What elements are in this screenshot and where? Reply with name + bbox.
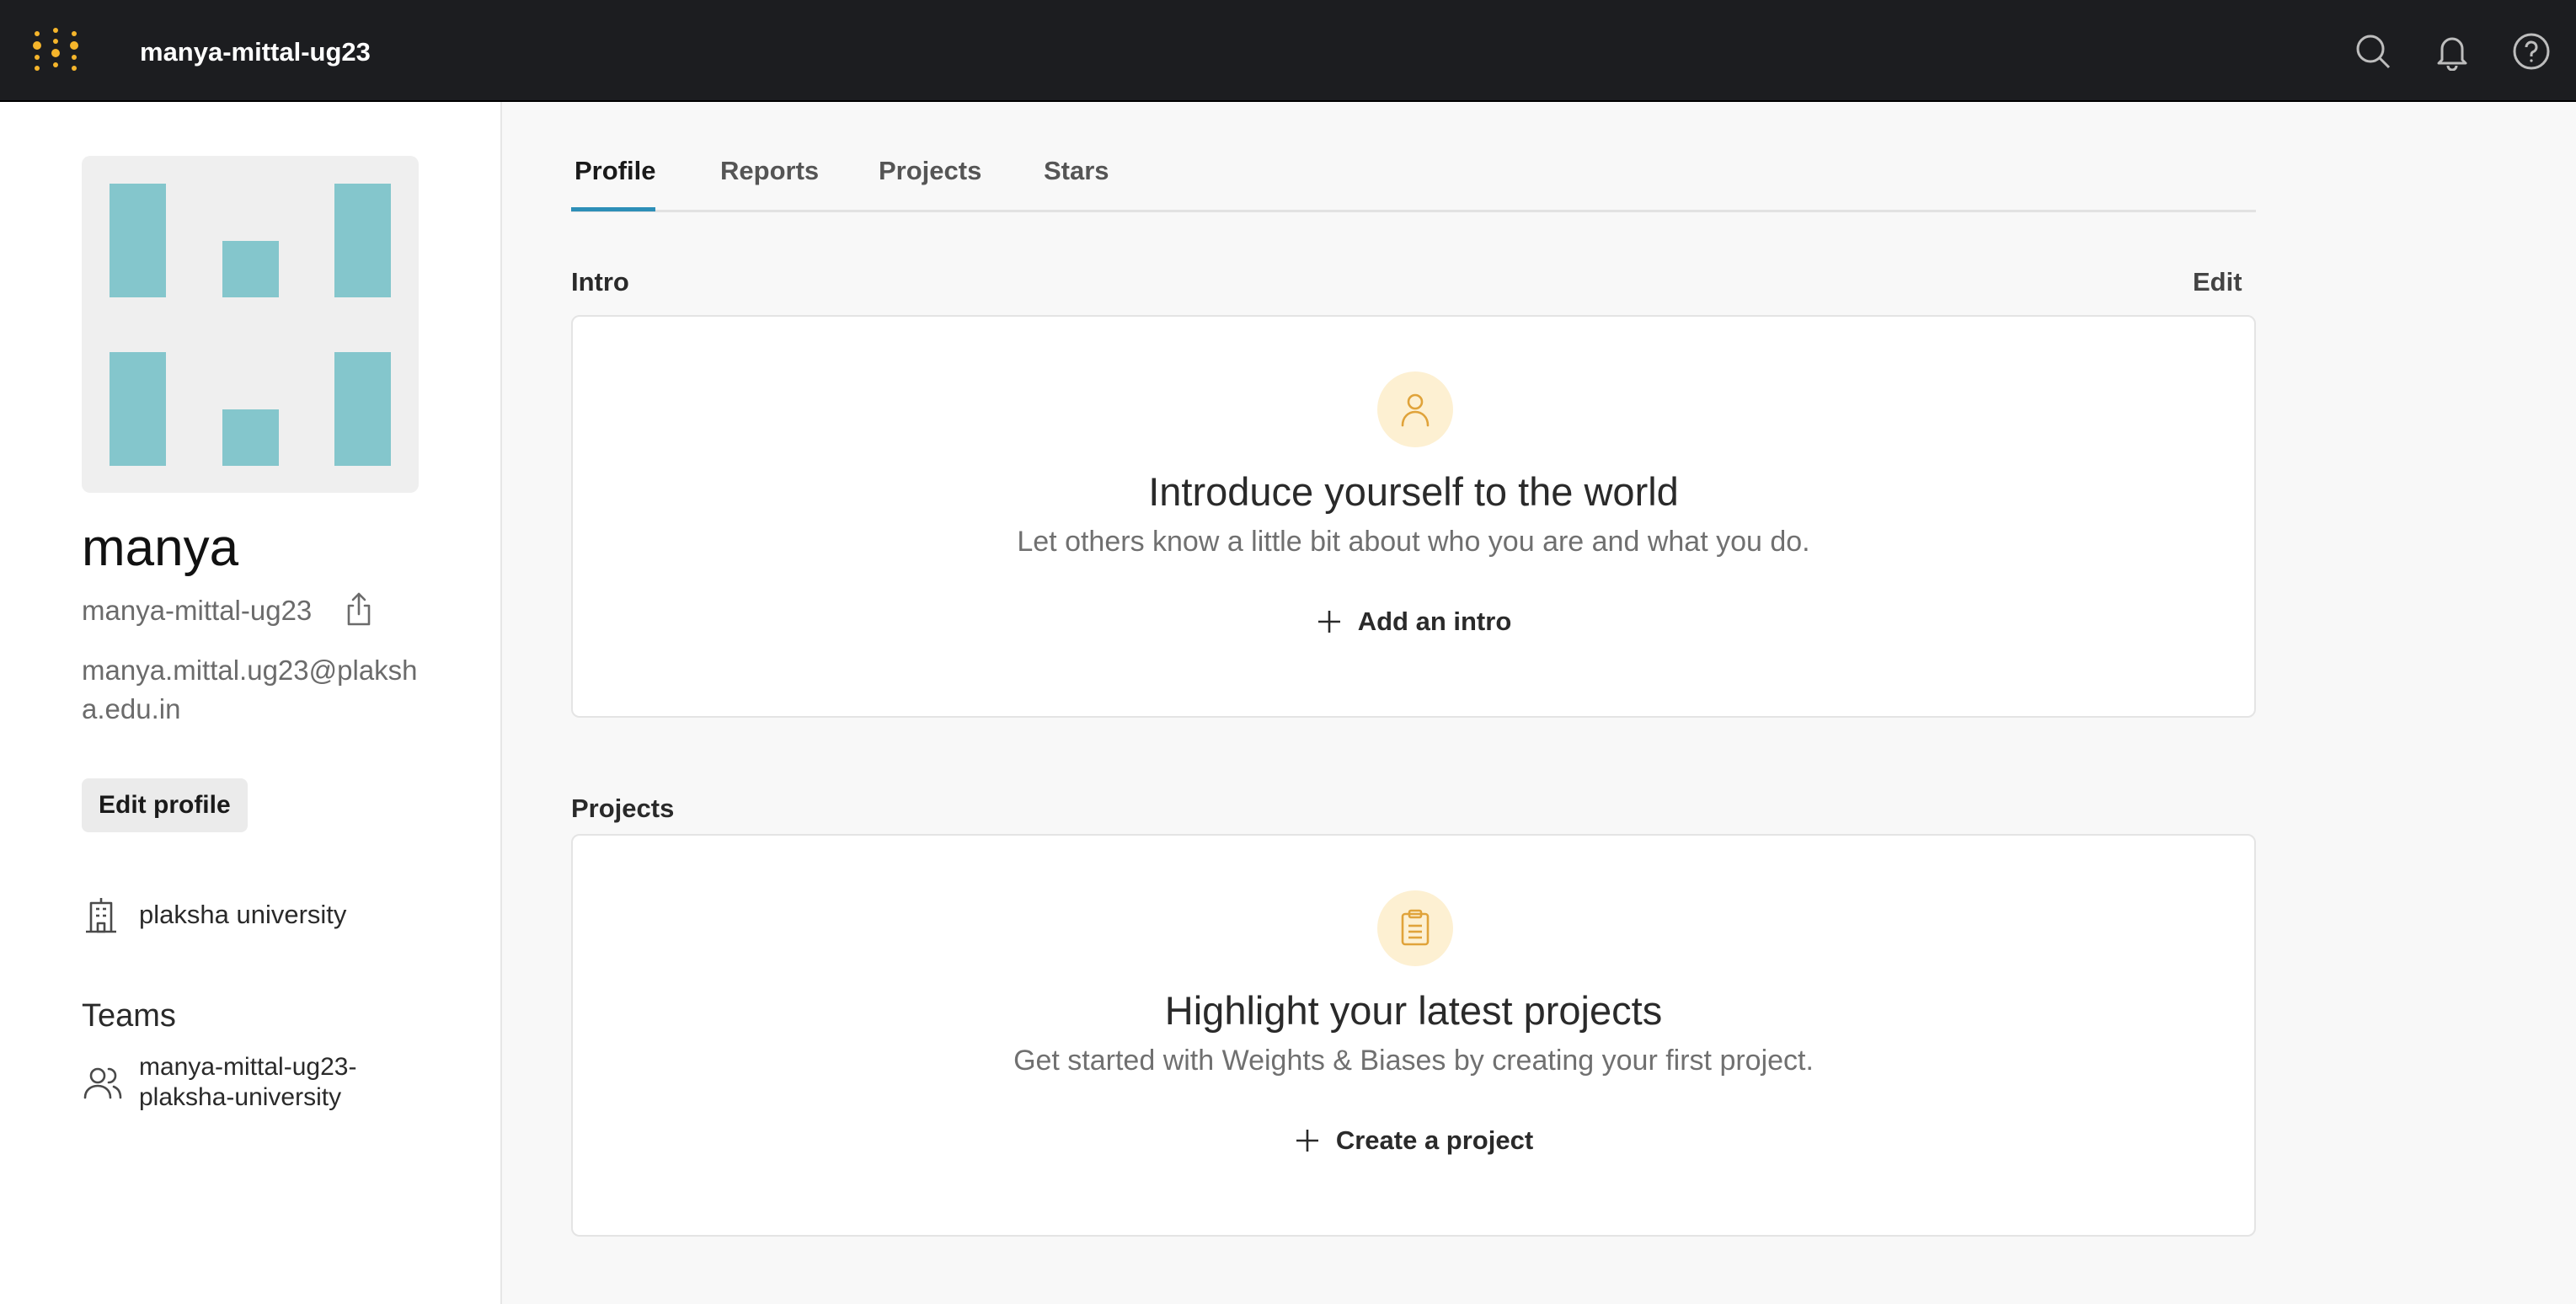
create-project-label: Create a project [1335,1125,1534,1155]
person-icon [1377,371,1453,447]
projects-section-label: Projects [571,794,675,823]
avatar-block [222,409,279,466]
tab-stars[interactable]: Stars [1040,153,1113,189]
add-intro-button[interactable]: Add an intro [1316,603,1512,640]
avatar [82,156,419,493]
plus-icon [1296,1130,1318,1152]
avatar-block [110,184,166,297]
edit-intro-button[interactable]: Edit [2193,265,2242,299]
bell-icon[interactable] [2433,32,2472,71]
entity-name[interactable]: manya-mittal-ug23 [140,35,371,69]
profile-display-name: manya [82,519,239,577]
avatar-block [110,352,166,466]
organization-label: plaksha university [139,900,347,929]
add-intro-label: Add an intro [1357,607,1512,636]
projects-title: Highlight your latest projects [1164,988,1663,1033]
intro-section-label: Intro [571,267,629,297]
avatar-block [334,352,391,466]
avatar-block [222,241,279,297]
help-icon[interactable] [2512,32,2551,71]
tab-projects[interactable]: Projects [875,153,985,189]
intro-card: Introduce yourself to the world Let othe… [571,315,2256,718]
clipboard-icon [1377,890,1453,966]
team-icon [83,1064,123,1101]
edit-profile-button[interactable]: Edit profile [82,778,248,832]
profile-sidebar: manya manya-mittal-ug23 manya.mittal.ug2… [0,102,502,1304]
top-nav-bar: manya-mittal-ug23 [0,0,2576,102]
create-project-button[interactable]: Create a project [1294,1122,1533,1159]
search-icon[interactable] [2354,32,2392,71]
profile-tabs: Profile Reports Projects Stars [571,135,2256,212]
active-tab-indicator [571,207,655,211]
tab-profile[interactable]: Profile [571,153,659,189]
team-link[interactable]: manya-mittal-ug23-plaksha-university [139,1052,392,1113]
tab-reports[interactable]: Reports [717,153,822,189]
intro-title: Introduce yourself to the world [1148,469,1679,514]
projects-subtitle: Get started with Weights & Biases by cre… [1013,1045,1814,1077]
intro-subtitle: Let others know a little bit about who y… [1017,526,1810,558]
projects-card: Highlight your latest projects Get start… [571,834,2256,1237]
wandb-logo-icon[interactable] [32,25,79,76]
building-icon [83,895,120,935]
plus-icon [1317,611,1340,633]
profile-email: manya.mittal.ug23@plaksha.edu.in [82,655,418,724]
avatar-block [334,184,391,297]
profile-username: manya-mittal-ug23 [82,595,313,626]
teams-heading: Teams [82,998,176,1034]
share-icon[interactable] [342,591,376,628]
